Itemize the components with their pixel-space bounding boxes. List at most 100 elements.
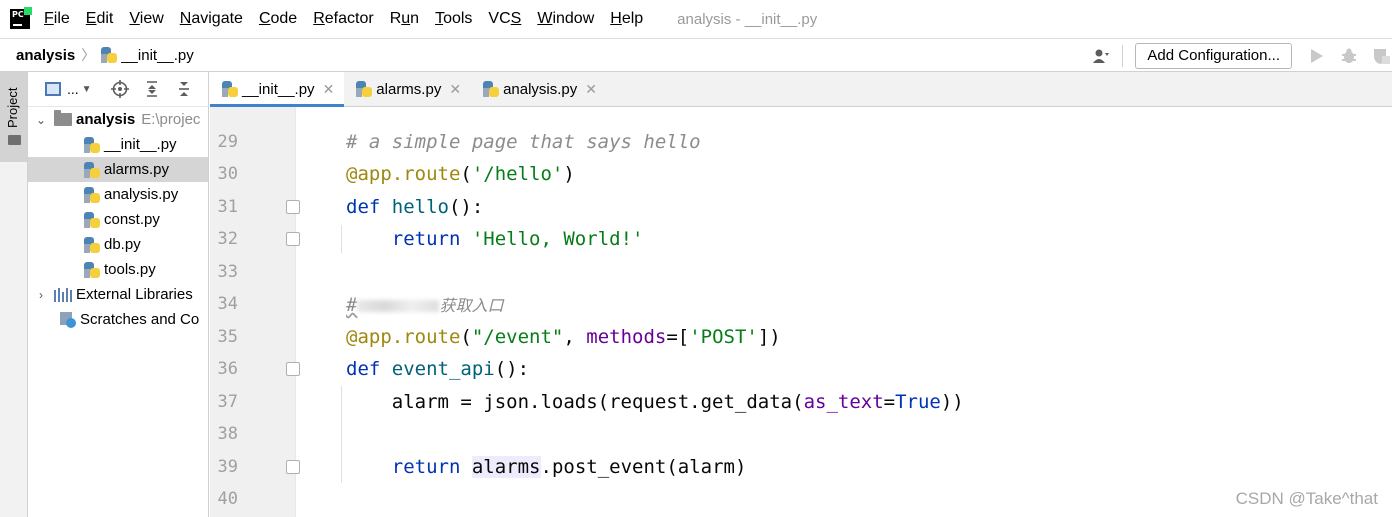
project-view-label: ... — [67, 81, 79, 97]
line-number: 31 — [217, 197, 238, 218]
menu-vcs[interactable]: VCS — [488, 10, 521, 28]
toolbar-divider — [1122, 44, 1124, 67]
code-text: return 'Hello, World!' — [391, 228, 644, 251]
folder-icon — [54, 110, 72, 126]
tree-item-file[interactable]: analysis.py — [28, 182, 208, 207]
close-icon[interactable]: ✕ — [449, 81, 461, 98]
tree-file-label: tools.py — [104, 261, 156, 278]
breadcrumb-file-label: __init__.py — [121, 46, 194, 64]
locate-file-icon[interactable] — [110, 80, 129, 98]
line-number: 30 — [217, 164, 238, 185]
python-file-icon — [84, 186, 100, 203]
tree-item-file-selected[interactable]: alarms.py — [28, 157, 208, 182]
breadcrumb-file[interactable]: __init__.py — [101, 47, 194, 64]
tree-item-file[interactable]: db.py — [28, 232, 208, 257]
code-text: def event_api(): — [346, 358, 530, 381]
code-line: 33 — [210, 256, 1392, 288]
fold-marker-icon[interactable] — [286, 460, 300, 475]
tree-item-file[interactable]: tools.py — [28, 257, 208, 282]
watermark: CSDN @Take^that — [1235, 489, 1378, 508]
menu-refactor[interactable]: Refactor — [313, 10, 373, 28]
tree-external-libraries-label: External Libraries — [76, 286, 193, 303]
menu-run[interactable]: Run — [390, 10, 419, 28]
fold-marker-icon[interactable] — [286, 232, 300, 247]
menu-bar: PC File Edit View Navigate Code Refactor… — [0, 0, 1392, 38]
project-panel: ... ▼ ⌄ analysis E:\projec __init__.py a… — [28, 72, 209, 517]
collapse-all-icon[interactable] — [175, 80, 193, 98]
tree-file-label: analysis.py — [104, 186, 179, 203]
python-file-icon — [84, 236, 100, 253]
code-text: alarm = json.loads(request.get_data(as_t… — [346, 391, 964, 414]
code-line: 38 — [210, 418, 1392, 450]
menu-file[interactable]: File — [44, 10, 70, 28]
tab-label: alarms.py — [376, 80, 442, 98]
python-file-icon — [84, 161, 100, 178]
window-title: analysis - __init__.py — [677, 10, 818, 28]
code-line: 30 @app.route('/hello') — [210, 158, 1392, 190]
add-configuration-button[interactable]: Add Configuration... — [1135, 42, 1292, 69]
tab-alarms-py[interactable]: alarms.py ✕ — [344, 72, 471, 106]
expand-all-icon[interactable] — [143, 80, 161, 98]
code-line: 29 # a simple page that says hello — [210, 126, 1392, 158]
tree-root-label: analysis — [76, 111, 136, 128]
project-view-selector[interactable]: ... ▼ — [45, 81, 92, 97]
python-file-icon — [222, 81, 238, 97]
line-number: 35 — [217, 327, 238, 348]
tree-item-root[interactable]: ⌄ analysis E:\projec — [28, 107, 208, 132]
code-text: def hello(): — [346, 196, 484, 219]
tree-item-file[interactable]: const.py — [28, 207, 208, 232]
python-file-icon — [84, 211, 100, 228]
menu-tools[interactable]: Tools — [435, 10, 472, 28]
chevron-down-icon: ▼ — [81, 83, 92, 95]
chevron-down-icon[interactable]: ⌄ — [34, 113, 48, 127]
blurred-text — [357, 299, 440, 312]
code-editor[interactable]: 28 29 # a simple page that says hello 30… — [210, 107, 1392, 517]
tool-window-strip: Project — [0, 72, 28, 517]
menu-window[interactable]: Window — [537, 10, 594, 28]
menu-navigate[interactable]: Navigate — [180, 10, 243, 28]
menu-help[interactable]: Help — [610, 10, 643, 28]
menu-edit[interactable]: Edit — [86, 10, 114, 28]
line-number: 29 — [217, 132, 238, 153]
code-text: # a simple page that says hello — [346, 131, 701, 154]
line-number: 36 — [217, 359, 238, 380]
code-line: 31 def hello(): — [210, 191, 1392, 223]
user-icon[interactable] — [1092, 48, 1110, 64]
debug-icon[interactable] — [1338, 45, 1360, 67]
code-line: 40 — [210, 483, 1392, 515]
tree-file-label: const.py — [104, 211, 160, 228]
line-number: 38 — [217, 424, 238, 445]
code-text: return alarms.post_event(alarm) — [391, 456, 747, 479]
chevron-right-icon[interactable]: › — [34, 288, 48, 302]
fold-marker-icon[interactable] — [286, 362, 300, 377]
tree-item-external-libraries[interactable]: › External Libraries — [28, 282, 208, 307]
code-line: 35 @app.route("/event", methods=['POST']… — [210, 321, 1392, 353]
close-icon[interactable]: ✕ — [323, 81, 335, 98]
tree-file-label: db.py — [104, 236, 141, 253]
indent-guide — [341, 225, 342, 253]
tab-init-py[interactable]: __init__.py ✕ — [210, 72, 345, 107]
python-file-icon — [483, 81, 500, 97]
code-text: @app.route('/hello') — [346, 163, 575, 186]
breadcrumb-project[interactable]: analysis — [16, 47, 75, 64]
tab-analysis-py[interactable]: analysis.py ✕ — [471, 72, 607, 106]
code-line: 39 return alarms.post_event(alarm) — [210, 451, 1392, 483]
breadcrumb-separator-icon: 〉 — [81, 47, 96, 63]
run-icon[interactable] — [1306, 45, 1328, 67]
python-file-icon — [84, 136, 100, 153]
project-tool-window-tab[interactable]: Project — [0, 72, 27, 162]
editor-tab-bar: __init__.py ✕ alarms.py ✕ analysis.py ✕ — [210, 72, 1392, 107]
menu-view[interactable]: View — [129, 10, 163, 28]
line-number: 40 — [217, 489, 238, 510]
tree-file-label: alarms.py — [104, 161, 170, 178]
code-text: @app.route("/event", methods=['POST']) — [346, 326, 781, 349]
project-tree: ⌄ analysis E:\projec __init__.py alarms.… — [28, 107, 208, 332]
fold-marker-icon[interactable] — [286, 200, 300, 215]
close-icon[interactable]: ✕ — [585, 81, 597, 98]
scratches-icon — [60, 311, 76, 328]
tree-item-scratches[interactable]: Scratches and Co — [28, 307, 208, 332]
coverage-icon[interactable] — [1370, 45, 1392, 67]
pycharm-logo-icon: PC — [10, 7, 32, 29]
menu-code[interactable]: Code — [259, 10, 297, 28]
tree-item-file[interactable]: __init__.py — [28, 132, 208, 157]
